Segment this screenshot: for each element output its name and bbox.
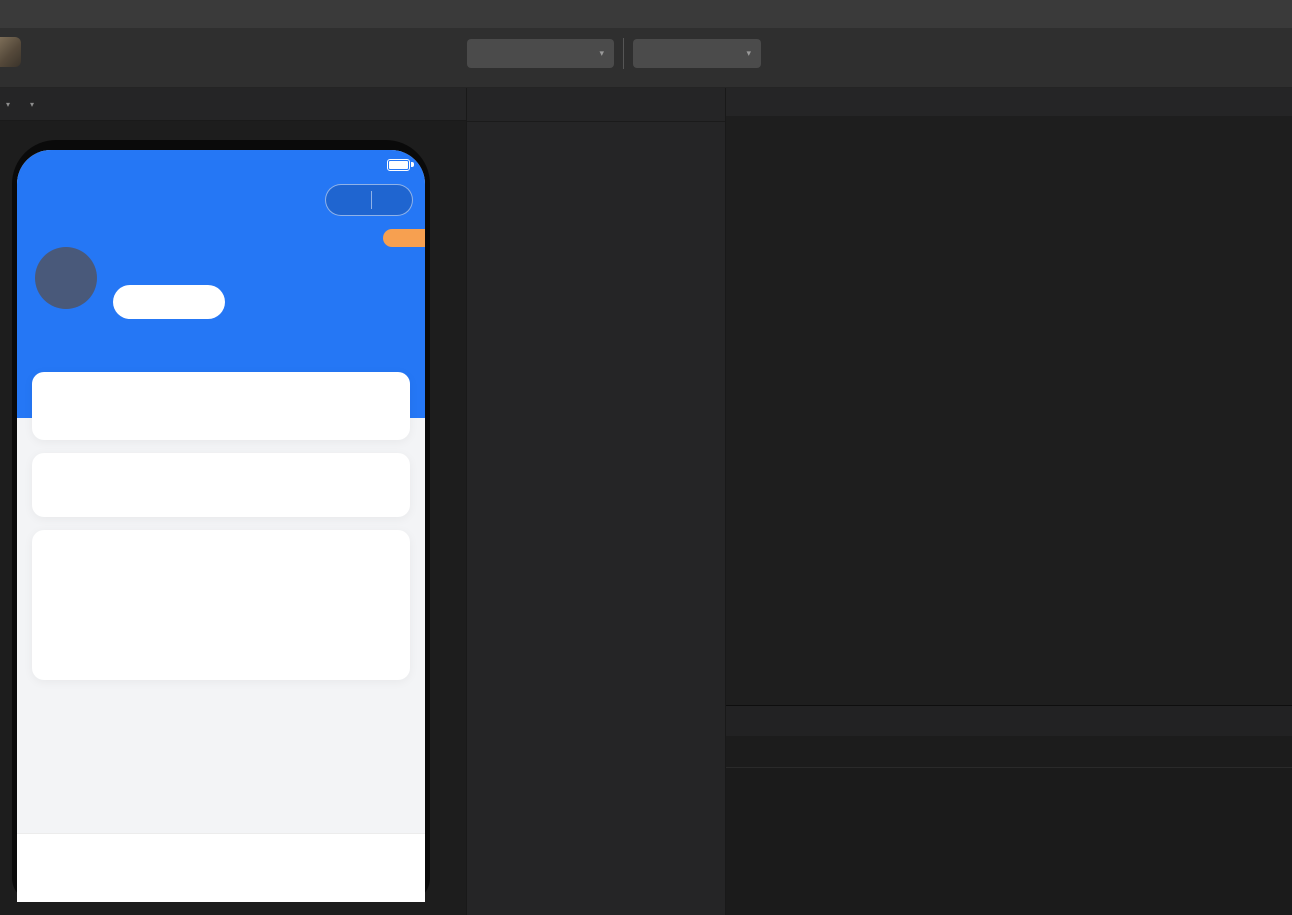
battery-indicator bbox=[382, 159, 410, 171]
simulator-toolbar: ▾ ▾ bbox=[0, 88, 466, 121]
simulator-panel: ▾ ▾ bbox=[0, 88, 466, 915]
wxml-inspector[interactable] bbox=[726, 768, 1292, 784]
debugger-panel bbox=[726, 705, 1292, 915]
breadcrumb bbox=[726, 116, 1292, 142]
activity-bar bbox=[467, 88, 725, 122]
capsule-divider bbox=[371, 191, 372, 209]
user-avatar[interactable] bbox=[35, 247, 97, 309]
editor-tab-bar bbox=[726, 88, 1292, 116]
sync-wechat-button[interactable] bbox=[113, 285, 225, 319]
menu-list-card bbox=[32, 530, 410, 680]
mode-select[interactable]: ▾ bbox=[467, 39, 614, 68]
chevron-down-icon: ▾ bbox=[599, 48, 604, 59]
phone-frame bbox=[12, 140, 430, 902]
miniprogram-screen bbox=[17, 150, 425, 902]
compile-select[interactable]: ▾ bbox=[633, 39, 761, 68]
battery-icon bbox=[387, 159, 410, 171]
status-bar bbox=[17, 150, 425, 180]
toolbar-divider bbox=[623, 38, 624, 69]
code-editor-panel bbox=[726, 88, 1292, 705]
main-toolbar: ▾ ▾ bbox=[0, 28, 1292, 88]
account-avatar[interactable] bbox=[0, 37, 21, 67]
file-explorer-panel bbox=[466, 88, 726, 915]
wechat-devtools-window: ▾ ▾ ▾ ▾ bbox=[0, 0, 1292, 915]
chevron-down-icon: ▾ bbox=[6, 100, 10, 109]
tab-bar bbox=[17, 833, 425, 902]
complete-profile-button[interactable] bbox=[383, 229, 425, 247]
chevron-down-icon: ▾ bbox=[30, 100, 34, 109]
explorer-header bbox=[467, 122, 725, 153]
chevron-down-icon: ▾ bbox=[746, 48, 751, 59]
shortcut-grid-card bbox=[32, 453, 410, 517]
capsule-button[interactable] bbox=[325, 184, 413, 216]
menu-bar bbox=[0, 0, 1292, 28]
devtools-tab-bar bbox=[726, 736, 1292, 768]
debugger-tab-bar bbox=[726, 706, 1292, 736]
centers-card bbox=[32, 372, 410, 440]
nav-bar bbox=[17, 180, 425, 224]
